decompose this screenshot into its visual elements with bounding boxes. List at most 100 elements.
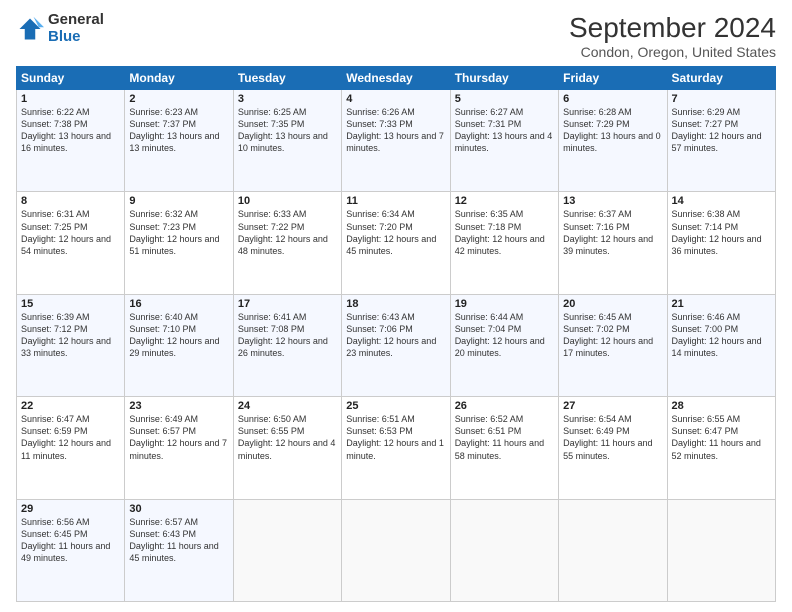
day-number: 15: [21, 298, 120, 310]
day-number: 10: [238, 195, 337, 207]
col-monday: Monday: [125, 67, 233, 90]
day-info: Sunrise: 6:39 AMSunset: 7:12 PMDaylight:…: [21, 312, 111, 358]
table-row: 30 Sunrise: 6:57 AMSunset: 6:43 PMDayligh…: [125, 499, 233, 601]
day-number: 11: [346, 195, 445, 207]
day-info: Sunrise: 6:33 AMSunset: 7:22 PMDaylight:…: [238, 209, 328, 255]
table-row: 18Sunrise: 6:43 AMSunset: 7:06 PMDayligh…: [342, 294, 450, 396]
table-row: 1Sunrise: 6:22 AMSunset: 7:38 PMDaylight…: [17, 90, 125, 192]
calendar-week-row: 8 Sunrise: 6:31 AMSunset: 7:25 PMDaylight…: [17, 192, 776, 294]
col-friday: Friday: [559, 67, 667, 90]
day-info: Sunrise: 6:23 AMSunset: 7:37 PMDaylight:…: [129, 107, 219, 153]
logo: General Blue: [16, 12, 104, 45]
table-row: 9 Sunrise: 6:32 AMSunset: 7:23 PMDaylight…: [125, 192, 233, 294]
day-number: 29: [21, 503, 120, 515]
day-info: Sunrise: 6:38 AMSunset: 7:14 PMDaylight:…: [672, 209, 762, 255]
day-info: Sunrise: 6:25 AMSunset: 7:35 PMDaylight:…: [238, 107, 328, 153]
day-number: 8: [21, 195, 120, 207]
day-info: Sunrise: 6:54 AMSunset: 6:49 PMDaylight:…: [563, 414, 652, 460]
day-info: Sunrise: 6:40 AMSunset: 7:10 PMDaylight:…: [129, 312, 219, 358]
day-info: Sunrise: 6:37 AMSunset: 7:16 PMDaylight:…: [563, 209, 653, 255]
day-number: 5: [455, 93, 554, 105]
day-number: 26: [455, 400, 554, 412]
day-info: Sunrise: 6:57 AMSunset: 6:43 PMDaylight:…: [129, 517, 218, 563]
logo-icon: [16, 15, 44, 43]
day-number: 27: [563, 400, 662, 412]
calendar-week-row: 15 Sunrise: 6:39 AMSunset: 7:12 PMDayligh…: [17, 294, 776, 396]
day-info: Sunrise: 6:56 AMSunset: 6:45 PMDaylight:…: [21, 517, 110, 563]
calendar-week-row: 1Sunrise: 6:22 AMSunset: 7:38 PMDaylight…: [17, 90, 776, 192]
day-number: 30: [129, 503, 228, 515]
day-number: 13: [563, 195, 662, 207]
col-saturday: Saturday: [667, 67, 775, 90]
table-row: 24 Sunrise: 6:50 AMSunset: 6:55 PMDayligh…: [233, 397, 341, 499]
table-row: 16 Sunrise: 6:40 AMSunset: 7:10 PMDayligh…: [125, 294, 233, 396]
day-number: 4: [346, 93, 445, 105]
table-row: 19 Sunrise: 6:44 AMSunset: 7:04 PMDayligh…: [450, 294, 558, 396]
day-info: Sunrise: 6:49 AMSunset: 6:57 PMDaylight:…: [129, 414, 227, 460]
table-row: 25 Sunrise: 6:51 AMSunset: 6:53 PMDayligh…: [342, 397, 450, 499]
table-row: 8 Sunrise: 6:31 AMSunset: 7:25 PMDaylight…: [17, 192, 125, 294]
day-info: Sunrise: 6:28 AMSunset: 7:29 PMDaylight:…: [563, 107, 661, 153]
calendar-page: General Blue September 2024 Condon, Oreg…: [0, 0, 792, 612]
day-number: 17: [238, 298, 337, 310]
day-info: Sunrise: 6:44 AMSunset: 7:04 PMDaylight:…: [455, 312, 545, 358]
table-row: [233, 499, 341, 601]
month-title: September 2024: [569, 12, 776, 44]
table-row: 20 Sunrise: 6:45 AMSunset: 7:02 PMDayligh…: [559, 294, 667, 396]
day-number: 9: [129, 195, 228, 207]
table-row: 10 Sunrise: 6:33 AMSunset: 7:22 PMDayligh…: [233, 192, 341, 294]
day-number: 22: [21, 400, 120, 412]
day-number: 20: [563, 298, 662, 310]
table-row: [342, 499, 450, 601]
day-info: Sunrise: 6:52 AMSunset: 6:51 PMDaylight:…: [455, 414, 544, 460]
calendar-week-row: 22 Sunrise: 6:47 AMSunset: 6:59 PMDayligh…: [17, 397, 776, 499]
day-number: 16: [129, 298, 228, 310]
table-row: 7 Sunrise: 6:29 AMSunset: 7:27 PMDaylight…: [667, 90, 775, 192]
day-number: 25: [346, 400, 445, 412]
day-info: Sunrise: 6:41 AMSunset: 7:08 PMDaylight:…: [238, 312, 328, 358]
logo-blue-text: Blue: [48, 29, 104, 46]
table-row: [667, 499, 775, 601]
day-number: 7: [672, 93, 771, 105]
day-info: Sunrise: 6:47 AMSunset: 6:59 PMDaylight:…: [21, 414, 111, 460]
table-row: 29 Sunrise: 6:56 AMSunset: 6:45 PMDayligh…: [17, 499, 125, 601]
calendar-week-row: 29 Sunrise: 6:56 AMSunset: 6:45 PMDayligh…: [17, 499, 776, 601]
table-row: 12Sunrise: 6:35 AMSunset: 7:18 PMDayligh…: [450, 192, 558, 294]
table-row: 2Sunrise: 6:23 AMSunset: 7:37 PMDaylight…: [125, 90, 233, 192]
table-row: [450, 499, 558, 601]
day-number: 28: [672, 400, 771, 412]
day-info: Sunrise: 6:34 AMSunset: 7:20 PMDaylight:…: [346, 209, 436, 255]
day-info: Sunrise: 6:31 AMSunset: 7:25 PMDaylight:…: [21, 209, 111, 255]
day-number: 24: [238, 400, 337, 412]
col-wednesday: Wednesday: [342, 67, 450, 90]
table-row: 23Sunrise: 6:49 AMSunset: 6:57 PMDayligh…: [125, 397, 233, 499]
day-info: Sunrise: 6:27 AMSunset: 7:31 PMDaylight:…: [455, 107, 553, 153]
day-info: Sunrise: 6:45 AMSunset: 7:02 PMDaylight:…: [563, 312, 653, 358]
day-info: Sunrise: 6:55 AMSunset: 6:47 PMDaylight:…: [672, 414, 761, 460]
day-number: 14: [672, 195, 771, 207]
day-number: 6: [563, 93, 662, 105]
table-row: 14 Sunrise: 6:38 AMSunset: 7:14 PMDayligh…: [667, 192, 775, 294]
col-thursday: Thursday: [450, 67, 558, 90]
day-number: 12: [455, 195, 554, 207]
table-row: 27 Sunrise: 6:54 AMSunset: 6:49 PMDayligh…: [559, 397, 667, 499]
table-row: [559, 499, 667, 601]
day-info: Sunrise: 6:32 AMSunset: 7:23 PMDaylight:…: [129, 209, 219, 255]
logo-text: General Blue: [48, 12, 104, 45]
day-number: 21: [672, 298, 771, 310]
table-row: 26 Sunrise: 6:52 AMSunset: 6:51 PMDayligh…: [450, 397, 558, 499]
day-number: 19: [455, 298, 554, 310]
header: General Blue September 2024 Condon, Oreg…: [16, 12, 776, 60]
day-info: Sunrise: 6:50 AMSunset: 6:55 PMDaylight:…: [238, 414, 336, 460]
table-row: 11 Sunrise: 6:34 AMSunset: 7:20 PMDayligh…: [342, 192, 450, 294]
calendar-table: Sunday Monday Tuesday Wednesday Thursday…: [16, 66, 776, 602]
day-number: 3: [238, 93, 337, 105]
table-row: 22 Sunrise: 6:47 AMSunset: 6:59 PMDayligh…: [17, 397, 125, 499]
table-row: 3 Sunrise: 6:25 AMSunset: 7:35 PMDaylight…: [233, 90, 341, 192]
day-number: 1: [21, 93, 120, 105]
day-info: Sunrise: 6:43 AMSunset: 7:06 PMDaylight:…: [346, 312, 436, 358]
day-info: Sunrise: 6:51 AMSunset: 6:53 PMDaylight:…: [346, 414, 444, 460]
location-title: Condon, Oregon, United States: [569, 44, 776, 60]
day-info: Sunrise: 6:29 AMSunset: 7:27 PMDaylight:…: [672, 107, 762, 153]
table-row: 5 Sunrise: 6:27 AMSunset: 7:31 PMDaylight…: [450, 90, 558, 192]
